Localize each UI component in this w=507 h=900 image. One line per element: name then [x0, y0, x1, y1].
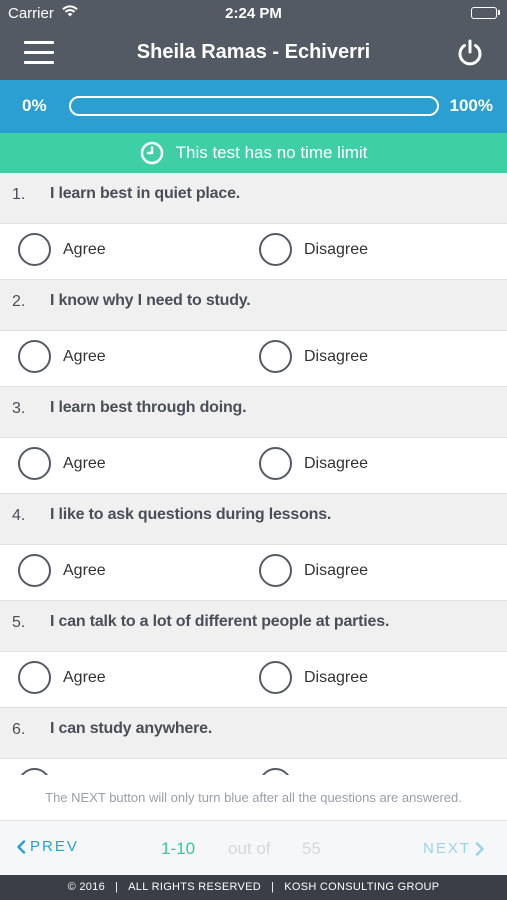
answer-row: Agree Disagree: [0, 545, 507, 601]
copyright-rights: ALL RIGHTS RESERVED: [128, 881, 262, 893]
option-label: Disagree: [304, 668, 369, 686]
page-title: Sheila Ramas - Echiverri: [136, 41, 371, 63]
question-number: 1.: [12, 186, 26, 203]
radio-button[interactable]: [18, 447, 51, 480]
agree-option[interactable]: Agree: [18, 233, 106, 266]
answer-row: Agree Disagree: [0, 331, 507, 387]
question-text: I learn best in quiet place.: [50, 185, 241, 202]
time-limit-banner: This test has no time limit: [0, 133, 507, 173]
radio-button[interactable]: [18, 233, 51, 266]
question-number: 3.: [12, 400, 26, 417]
answer-row: Agree Disagree: [0, 759, 507, 775]
agree-option[interactable]: Agree: [18, 768, 106, 775]
next-hint: The NEXT button will only turn blue afte…: [0, 775, 507, 821]
answer-row: Agree Disagree: [0, 224, 507, 280]
page-range: 1-10: [161, 839, 196, 858]
answer-row: Agree Disagree: [0, 652, 507, 708]
radio-button[interactable]: [259, 233, 292, 266]
question-row: 2. I know why I need to study.: [0, 280, 507, 331]
answer-row: Agree Disagree: [0, 438, 507, 494]
status-time: 2:24 PM: [225, 5, 282, 22]
prev-label: PREV: [30, 838, 79, 855]
option-label: Agree: [63, 668, 106, 686]
copyright-year: © 2016: [67, 881, 105, 893]
radio-button[interactable]: [18, 340, 51, 373]
chevron-right-icon: [475, 841, 484, 856]
option-label: Disagree: [304, 561, 369, 579]
page-out-of: out of: [228, 839, 271, 858]
pager: PREV 1-10 out of 55 NEXT: [0, 821, 507, 875]
next-label: NEXT: [422, 840, 471, 857]
disagree-option[interactable]: Disagree: [259, 340, 368, 373]
option-label: Agree: [63, 561, 106, 579]
agree-option[interactable]: Agree: [18, 447, 106, 480]
option-label: Agree: [63, 454, 106, 472]
option-label: Agree: [63, 347, 106, 365]
agree-option[interactable]: Agree: [18, 661, 106, 694]
hamburger-menu-icon[interactable]: [24, 40, 54, 66]
chevron-left-icon: [17, 839, 26, 854]
clock-icon: [140, 141, 164, 165]
radio-button[interactable]: [259, 554, 292, 587]
question-number: 2.: [12, 293, 26, 310]
question-text: I like to ask questions during lessons.: [50, 506, 332, 523]
question-text: I know why I need to study.: [50, 292, 251, 309]
disagree-option[interactable]: Disagree: [259, 233, 368, 266]
question-list: 1. I learn best in quiet place. Agree Disag…: [0, 173, 507, 775]
nav-bar: Sheila Ramas - Echiverri: [0, 28, 507, 80]
copyright-company: KOSH CONSULTING GROUP: [284, 881, 440, 893]
radio-button[interactable]: [18, 768, 51, 775]
question-number: 4.: [12, 507, 26, 524]
progress-end-label: 100%: [449, 96, 493, 115]
next-button[interactable]: NEXT: [423, 840, 485, 857]
radio-button[interactable]: [259, 768, 292, 775]
option-label: Agree: [63, 240, 106, 258]
question-row: 3. I learn best through doing.: [0, 387, 507, 438]
time-limit-text: This test has no time limit: [175, 143, 368, 162]
disagree-option[interactable]: Disagree: [259, 447, 368, 480]
question-text: I learn best through doing.: [50, 399, 247, 416]
question-number: 5.: [12, 614, 26, 631]
radio-button[interactable]: [18, 554, 51, 587]
question-row: 6. I can study anywhere.: [0, 708, 507, 759]
disagree-option[interactable]: Disagree: [259, 768, 368, 775]
option-label: Disagree: [304, 240, 369, 258]
progress-start-label: 0%: [22, 96, 47, 115]
power-icon[interactable]: [455, 38, 485, 68]
progress-section: 0% 100%: [0, 80, 507, 133]
question-text: I can talk to a lot of different people …: [50, 613, 390, 630]
prev-button[interactable]: PREV: [16, 838, 79, 855]
question-row: 1. I learn best in quiet place.: [0, 173, 507, 224]
status-bar: Carrier 2:24 PM: [0, 0, 507, 28]
question-text: I can study anywhere.: [50, 720, 213, 737]
agree-option[interactable]: Agree: [18, 340, 106, 373]
question-number: 6.: [12, 721, 26, 738]
battery-icon: [471, 7, 500, 19]
question-row: 5. I can talk to a lot of different peopl…: [0, 601, 507, 652]
radio-button[interactable]: [259, 447, 292, 480]
disagree-option[interactable]: Disagree: [259, 554, 368, 587]
progress-bar: [69, 96, 439, 116]
radio-button[interactable]: [259, 661, 292, 694]
question-row: 4. I like to ask questions during lessons…: [0, 494, 507, 545]
copyright-bar: © 2016 | ALL RIGHTS RESERVED | KOSH CONSULTI…: [0, 875, 507, 900]
page-total: 55: [302, 839, 321, 858]
agree-option[interactable]: Agree: [18, 554, 106, 587]
option-label: Disagree: [304, 454, 369, 472]
option-label: Disagree: [304, 347, 369, 365]
disagree-option[interactable]: Disagree: [259, 661, 368, 694]
radio-button[interactable]: [259, 340, 292, 373]
radio-button[interactable]: [18, 661, 51, 694]
